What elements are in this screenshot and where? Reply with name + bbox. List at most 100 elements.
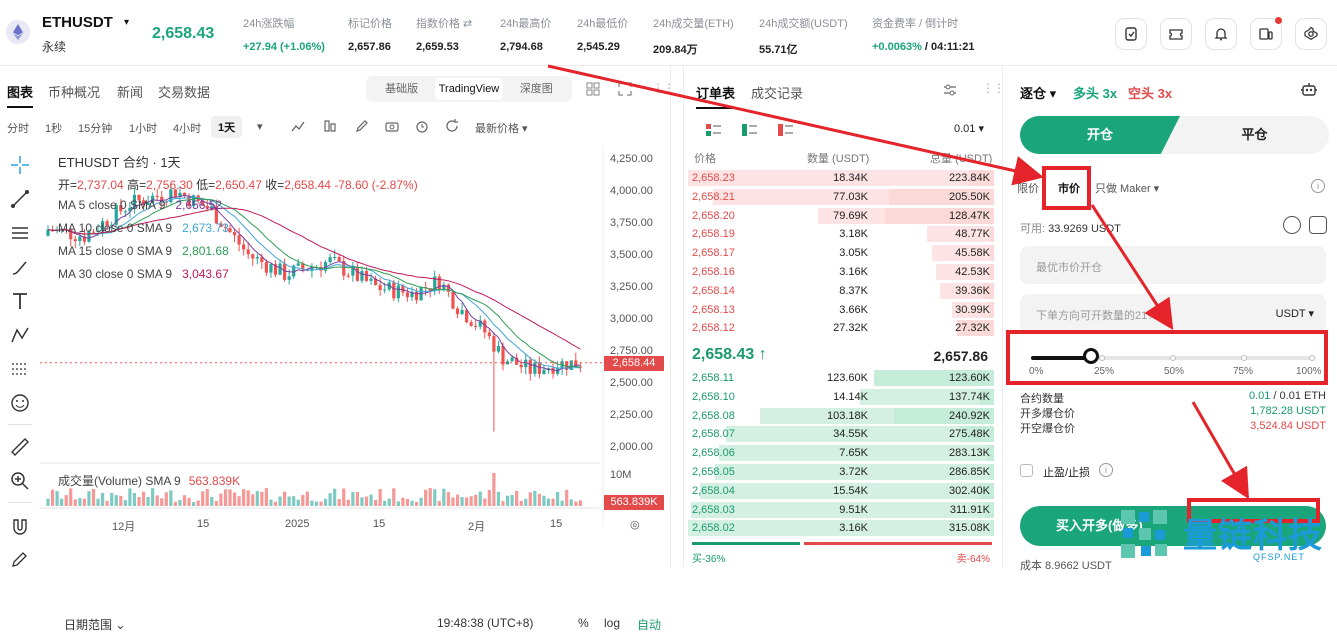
price-input[interactable]: 最优市价开仓	[1020, 246, 1326, 284]
timeframe-more-chevron-icon[interactable]: ▾	[257, 120, 263, 133]
prediction-icon[interactable]	[9, 358, 31, 380]
zoom-in-icon[interactable]	[9, 470, 31, 492]
short-leverage[interactable]: 空头 3x	[1128, 83, 1172, 102]
tick-size-select[interactable]: 0.01 ▾	[954, 122, 984, 135]
ask-row[interactable]: 2,658.21 77.03K 205.50K	[688, 188, 994, 205]
timeframe-1h[interactable]: 1小时	[129, 120, 157, 136]
camera-icon[interactable]	[384, 118, 400, 134]
ask-row[interactable]: 2,658.17 3.05K 45.58K	[688, 245, 994, 262]
stat-index-price[interactable]: 指数价格 ⇄ 2,659.53	[416, 15, 472, 53]
crosshair-icon[interactable]	[9, 154, 31, 176]
bid-row[interactable]: 2,658.10 14.14K 137.74K	[688, 388, 994, 405]
order-price[interactable]: 2,658.14	[692, 285, 735, 297]
chart-settings-icon[interactable]: ◎	[630, 518, 640, 531]
drag-handle-icon[interactable]: ⋮⋮	[652, 81, 675, 95]
brush-icon[interactable]	[9, 256, 31, 278]
view-tradingview[interactable]: TradingView	[435, 78, 503, 100]
calculator-icon[interactable]	[1309, 216, 1327, 234]
order-price[interactable]: 2,658.04	[692, 485, 735, 497]
book-asks-icon[interactable]	[776, 122, 796, 138]
ask-row[interactable]: 2,658.12 27.32K 27.32K	[688, 320, 994, 337]
robot-icon[interactable]	[1299, 80, 1319, 100]
bell-icon[interactable]	[1205, 18, 1237, 50]
long-leverage[interactable]: 多头 3x	[1073, 83, 1117, 102]
settings-icon[interactable]	[1295, 18, 1327, 50]
order-price[interactable]: 2,658.19	[692, 228, 735, 240]
percent-toggle[interactable]: %	[578, 616, 589, 630]
view-basic[interactable]: 基础版	[368, 78, 435, 100]
tab-trades[interactable]: 成交记录	[751, 83, 803, 102]
auto-toggle[interactable]: 自动	[637, 616, 661, 633]
indicator-icon[interactable]	[290, 118, 306, 134]
alarm-icon[interactable]	[414, 118, 430, 134]
emoji-icon[interactable]	[9, 392, 31, 414]
device-icon[interactable]	[1250, 17, 1282, 50]
book-both-icon[interactable]	[704, 122, 724, 138]
ask-row[interactable]: 2,658.23 18.34K 223.84K	[688, 170, 994, 186]
date-range-select[interactable]: 日期范围 ⌄	[64, 616, 125, 633]
log-toggle[interactable]: log	[604, 616, 620, 630]
transfer-icon[interactable]	[1283, 216, 1301, 234]
ask-row[interactable]: 2,658.16 3.16K 42.53K	[688, 264, 994, 280]
ask-row[interactable]: 2,658.20 79.69K 128.47K	[688, 207, 994, 224]
book-bids-icon[interactable]	[740, 122, 760, 138]
tpsl-checkbox[interactable]	[1020, 464, 1033, 477]
bid-row[interactable]: 2,658.11 123.60K 123.60K	[688, 370, 994, 386]
timeframe-1d[interactable]: 1天	[211, 116, 243, 138]
price-source-select[interactable]: 最新价格 ▾	[475, 120, 528, 136]
tab-orderbook[interactable]: 订单表	[696, 83, 735, 102]
bid-row[interactable]: 2,658.02 3.16K 315.08K	[688, 520, 994, 537]
tab-chart[interactable]: 图表	[7, 82, 33, 101]
magnet-icon[interactable]	[9, 516, 31, 538]
bid-row[interactable]: 2,658.03 9.51K 311.91K	[688, 501, 994, 518]
order-type-limit[interactable]: 限价	[1017, 180, 1039, 196]
order-price[interactable]: 2,658.05	[692, 466, 735, 478]
pattern-icon[interactable]	[9, 324, 31, 346]
info-icon[interactable]: i	[1311, 179, 1325, 193]
order-price[interactable]: 2,658.02	[692, 522, 735, 534]
timeframe-time[interactable]: 分时	[7, 120, 29, 136]
tab-news[interactable]: 新闻	[117, 82, 143, 101]
ticket-icon[interactable]	[1160, 18, 1192, 50]
pencil-icon[interactable]	[354, 118, 370, 134]
settings-sliders-icon[interactable]	[942, 82, 958, 98]
order-price[interactable]: 2,658.08	[692, 410, 735, 422]
order-price[interactable]: 2,658.16	[692, 266, 735, 278]
timeframe-4h[interactable]: 4小时	[173, 120, 201, 136]
tab-coin-overview[interactable]: 币种概况	[48, 82, 100, 101]
order-price[interactable]: 2,658.13	[692, 304, 735, 316]
order-price[interactable]: 2,658.06	[692, 447, 735, 459]
trend-line-icon[interactable]	[9, 188, 31, 210]
drag-handle-icon[interactable]: ⋮⋮	[982, 81, 1005, 95]
order-price[interactable]: 2,658.11	[692, 372, 734, 384]
bid-row[interactable]: 2,658.04 15.54K 302.40K	[688, 482, 994, 499]
view-depth[interactable]: 深度图	[503, 78, 570, 100]
tab-trading-data[interactable]: 交易数据	[158, 82, 210, 101]
horizontal-lines-icon[interactable]	[9, 222, 31, 244]
order-price[interactable]: 2,658.10	[692, 391, 735, 403]
order-price[interactable]: 2,658.20	[692, 210, 735, 222]
refresh-icon[interactable]	[444, 118, 460, 134]
info-icon[interactable]: i	[1099, 463, 1113, 477]
timeframe-15m[interactable]: 15分钟	[78, 120, 112, 136]
margin-mode-select[interactable]: 逐仓 ▾	[1020, 83, 1056, 102]
tab-open-position[interactable]: 开仓	[1020, 116, 1180, 154]
order-price[interactable]: 2,658.23	[692, 172, 735, 184]
order-price[interactable]: 2,658.03	[692, 504, 735, 516]
order-price[interactable]: 2,658.12	[692, 322, 735, 334]
order-price[interactable]: 2,658.07	[692, 428, 735, 440]
bid-row[interactable]: 2,658.08 103.18K 240.92K	[688, 407, 994, 424]
order-price[interactable]: 2,658.21	[692, 191, 735, 203]
bid-row[interactable]: 2,658.06 7.65K 283.13K	[688, 445, 994, 462]
fullscreen-icon[interactable]	[617, 81, 633, 97]
price-chart[interactable]: ETHUSDT 合约 · 1天 开=2,737.04 高=2,756.30 低=…	[40, 146, 671, 567]
chevron-down-icon[interactable]: ▾	[124, 17, 129, 28]
ask-row[interactable]: 2,658.19 3.18K 48.77K	[688, 226, 994, 243]
symbol-selector[interactable]: ETHUSDT	[42, 14, 113, 31]
tpsl-label[interactable]: 止盈/止损	[1043, 464, 1090, 480]
text-tool-icon[interactable]	[9, 290, 31, 312]
timeframe-1s[interactable]: 1秒	[45, 120, 62, 136]
ask-row[interactable]: 2,658.14 8.37K 39.36K	[688, 282, 994, 299]
ask-row[interactable]: 2,658.13 3.66K 30.99K	[688, 301, 994, 318]
ruler-icon[interactable]	[9, 436, 31, 458]
